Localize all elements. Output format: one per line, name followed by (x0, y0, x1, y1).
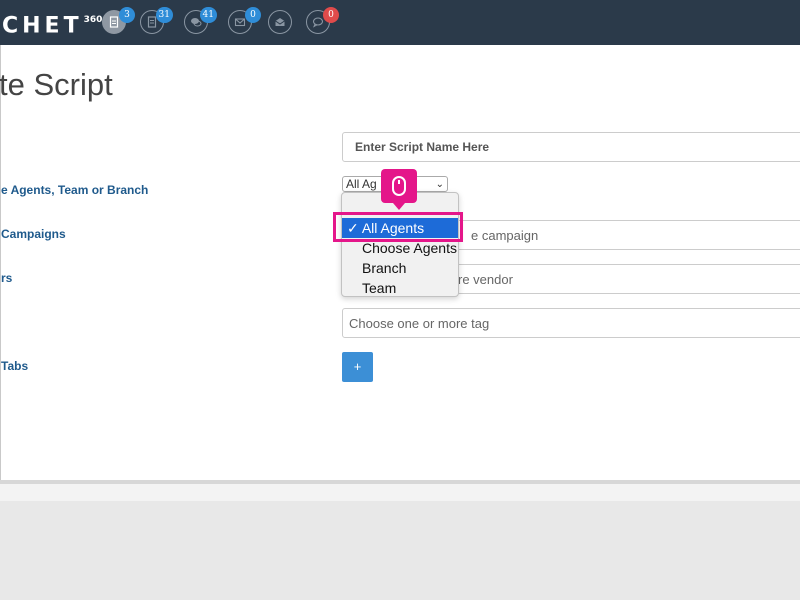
nav-scripts-button[interactable]: 3 (102, 7, 135, 34)
nav-opened-mail-button[interactable] (268, 10, 292, 34)
top-navbar: CHET360 3 31 41 0 0 (0, 0, 800, 45)
mouse-icon (392, 176, 406, 196)
campaigns-label: Campaigns (1, 227, 66, 241)
footer (0, 484, 800, 501)
agents-select-value: All Ag (346, 177, 377, 191)
click-indicator (381, 169, 417, 210)
dropdown-option-team[interactable]: Team (342, 278, 458, 298)
nav-comments-button[interactable]: 0 (306, 7, 339, 34)
app-logo[interactable]: CHET360 (2, 9, 102, 39)
script-name-input[interactable]: Enter Script Name Here (342, 132, 800, 162)
document-icon (109, 16, 119, 28)
notification-badge: 41 (199, 7, 217, 23)
logo-text: CHET (2, 13, 83, 39)
logo-superscript: 360 (83, 15, 103, 25)
envelope-open-icon (275, 18, 285, 26)
vendors-label: rs (1, 271, 13, 285)
nav-documents-button[interactable]: 31 (140, 7, 173, 34)
click-target-highlight (333, 212, 463, 242)
add-tab-button[interactable]: + (342, 352, 373, 382)
comment-icon (312, 17, 324, 28)
tags-input[interactable]: Choose one or more tag (342, 308, 800, 338)
nav-chats-button[interactable]: 41 (184, 7, 217, 34)
page-title: te Script (0, 67, 113, 102)
tabs-label: Tabs (1, 359, 29, 373)
vendors-placeholder: re vendor (458, 272, 513, 287)
tags-placeholder: Choose one or more tag (349, 316, 490, 331)
dropdown-option-branch[interactable]: Branch (342, 258, 458, 278)
envelope-icon (234, 18, 246, 27)
notification-badge: 3 (119, 7, 135, 23)
campaigns-placeholder: e campaign (471, 228, 539, 243)
notification-badge: 31 (155, 7, 173, 23)
notification-badge: 0 (245, 7, 261, 23)
agents-label: e Agents, Team or Branch (1, 183, 149, 197)
notification-badge: 0 (323, 7, 339, 23)
chevron-down-icon: ⌄ (435, 179, 444, 190)
nav-mail-button[interactable]: 0 (228, 7, 261, 34)
